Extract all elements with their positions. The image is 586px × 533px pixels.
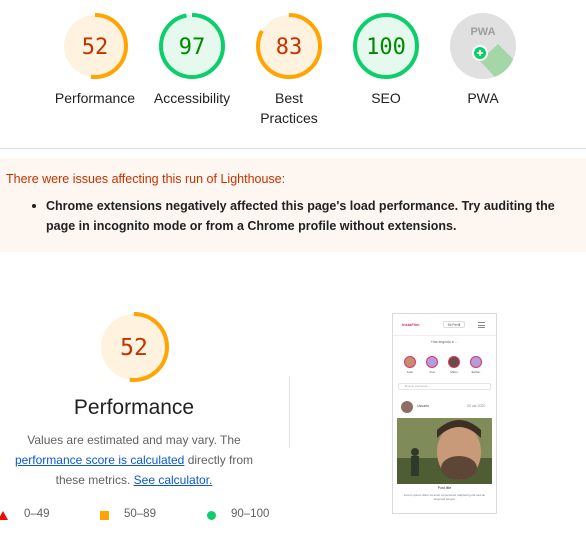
gauge-label: Performance bbox=[54, 90, 136, 106]
warning-box: There were issues affecting this run of … bbox=[0, 158, 586, 252]
thumb-profile-button: Mi Perfil bbox=[443, 321, 465, 328]
performance-description: Values are estimated and may vary. The p… bbox=[0, 430, 268, 490]
final-screenshot[interactable]: InstaFilm Mi Perfil Has seguido a ... Ju… bbox=[392, 313, 497, 514]
performance-gauge: 52 bbox=[96, 309, 172, 390]
avatar bbox=[404, 356, 416, 368]
avatar bbox=[426, 356, 438, 368]
score-gauges: 52 Performance 97 Accessibility 83 Best … bbox=[0, 0, 586, 148]
section-divider bbox=[0, 148, 586, 149]
thumb-follower-name: Esther bbox=[471, 370, 481, 374]
gauge-ring: 97 bbox=[159, 13, 225, 79]
gauge-score: 52 bbox=[82, 35, 109, 60]
thumb-follower-name: Ana bbox=[429, 370, 435, 374]
avatar bbox=[401, 401, 413, 413]
thumb-followed-title: Has seguido a ... bbox=[431, 340, 458, 344]
legend-range: 90–100 bbox=[231, 508, 270, 520]
thumb-search: Buscar personas... bbox=[398, 383, 491, 390]
thumb-text: Lorem ipsum dolor sit amet consectetur a… bbox=[403, 493, 486, 501]
gauge-label: Accessibility bbox=[153, 90, 231, 106]
warning-item: Chrome extensions negatively affected th… bbox=[46, 199, 555, 233]
gauge-best-practices[interactable]: 83 Best Practices bbox=[234, 11, 344, 128]
thumb-post-date: 20 oct 2020 bbox=[467, 404, 486, 408]
performance-score: 52 bbox=[120, 335, 148, 361]
gauge-ring: 83 bbox=[256, 13, 322, 79]
gauge-label: SEO bbox=[371, 90, 401, 106]
thumb-caption: Post title bbox=[437, 486, 452, 490]
menu-icon bbox=[478, 322, 485, 328]
see-calculator-link[interactable]: See calculator. bbox=[134, 473, 213, 487]
gauge-score: 83 bbox=[276, 35, 303, 60]
legend-range: 50–89 bbox=[124, 508, 156, 520]
square-icon bbox=[100, 511, 109, 520]
gauge-performance[interactable]: 52 Performance bbox=[40, 11, 150, 108]
gauge-seo[interactable]: 100 SEO bbox=[331, 11, 441, 108]
gauge-ring: 52 bbox=[99, 312, 169, 382]
pwa-badge-text: PWA bbox=[470, 26, 495, 38]
gauge-ring: 52 bbox=[62, 13, 128, 79]
thumb-post-photo bbox=[397, 418, 492, 484]
thumb-follower-name: Juan bbox=[406, 370, 414, 374]
pwa-badge-icon: PWA bbox=[450, 13, 516, 79]
thumb-header: InstaFilm Mi Perfil bbox=[393, 314, 496, 336]
bullet-icon bbox=[32, 204, 36, 208]
gauge-score: 97 bbox=[179, 35, 206, 60]
gauge-accessibility[interactable]: 97 Accessibility bbox=[137, 11, 247, 108]
desc-text-1: Values are estimated and may vary. The bbox=[27, 433, 241, 447]
thumb-logo: InstaFilm bbox=[402, 322, 420, 327]
legend-range: 0–49 bbox=[24, 508, 50, 520]
warning-title: There were issues affecting this run of … bbox=[6, 172, 286, 186]
thumb-follower-name: Mario bbox=[450, 370, 458, 374]
gauge-label: Best Practices bbox=[260, 90, 318, 126]
gauge-label: PWA bbox=[467, 90, 499, 106]
avatar bbox=[448, 356, 460, 368]
avatar bbox=[470, 356, 482, 368]
triangle-icon bbox=[0, 511, 8, 520]
gauge-score: 100 bbox=[366, 35, 406, 60]
gauge-pwa[interactable]: PWA PWA bbox=[428, 11, 538, 108]
score-calculated-link[interactable]: performance score is calculated bbox=[15, 453, 184, 467]
gauge-ring: 100 bbox=[353, 13, 419, 79]
performance-title: Performance bbox=[73, 396, 195, 419]
thumb-post-user: Usuario bbox=[417, 404, 430, 408]
circle-icon bbox=[207, 511, 216, 520]
vertical-divider bbox=[289, 376, 290, 448]
